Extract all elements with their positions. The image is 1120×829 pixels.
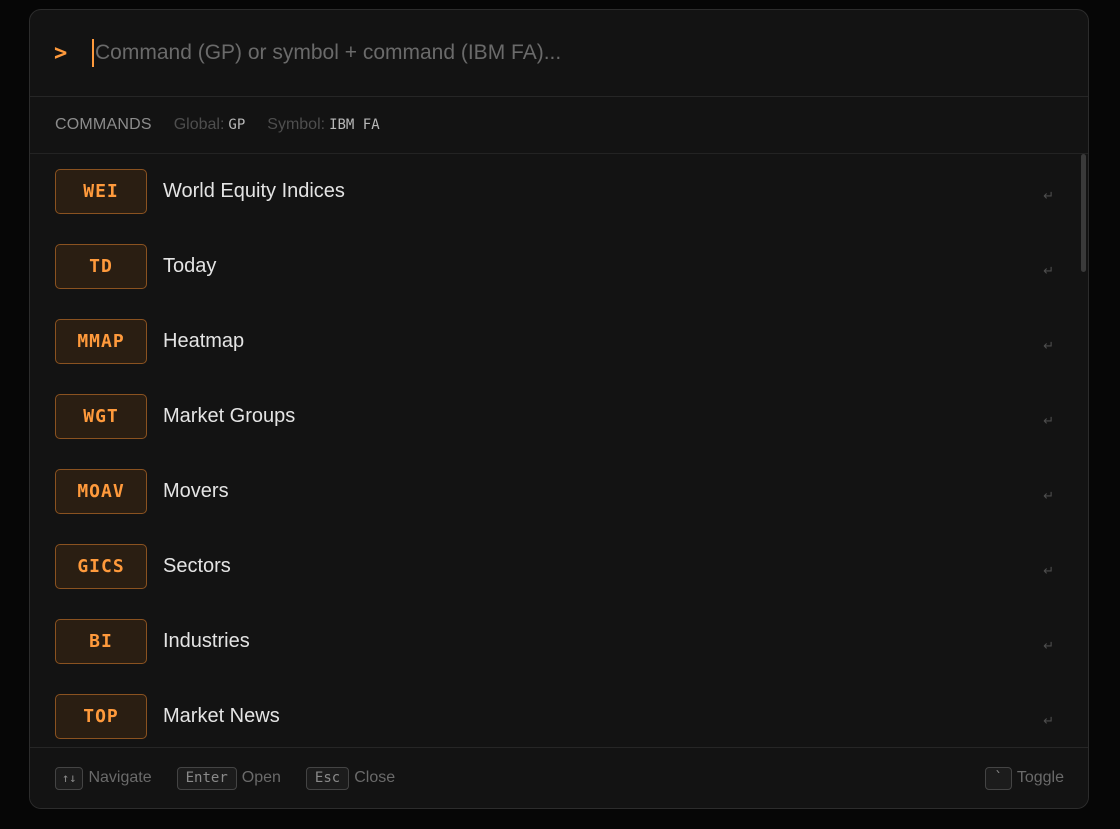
navigate-label: Navigate [88,769,152,786]
command-item-wei[interactable]: WEI World Equity Indices ↵ [30,154,1088,229]
command-item-gics[interactable]: GICS Sectors ↵ [30,529,1088,604]
command-item-bi[interactable]: BI Industries ↵ [30,604,1088,679]
command-code-badge: MOAV [55,469,147,514]
command-label: Market News [163,705,280,727]
symbol-hint-label: Symbol: [267,115,326,133]
command-hints: COMMANDS Global: GP Symbol: IBM FA [30,96,1088,154]
shortcut-footer: ↑↓ Navigate Enter Open Esc Close ` Toggl… [30,747,1088,808]
command-item-wgt[interactable]: WGT Market Groups ↵ [30,379,1088,454]
navigate-key: ↑↓ [55,766,84,790]
command-label: Today [163,255,217,277]
open-hint: Enter Open [176,766,281,790]
open-label: Open [241,769,281,786]
command-code-badge: BI [55,619,147,664]
command-item-top[interactable]: TOP Market News ↵ [30,679,1088,749]
command-code-badge: GICS [55,544,147,589]
toggle-label: Toggle [1016,769,1064,786]
command-item-td[interactable]: TD Today ↵ [30,229,1088,304]
global-hint-code: GP [228,116,246,133]
command-item-moav[interactable]: MOAV Movers ↵ [30,454,1088,529]
close-hint: Esc Close [305,766,396,790]
command-label: Heatmap [163,330,245,352]
toggle-key: ` [985,766,1012,790]
command-label: Industries [163,630,250,652]
enter-icon: ↵ [1043,263,1054,278]
enter-icon: ↵ [1043,563,1054,578]
enter-key: Enter [176,766,237,790]
command-label: World Equity Indices [163,180,345,202]
command-item-mmap[interactable]: MMAP Heatmap ↵ [30,304,1088,379]
close-label: Close [354,769,396,786]
symbol-hint-code: IBM FA [329,116,380,133]
search-row: > [30,10,1088,97]
enter-icon: ↵ [1043,713,1054,728]
prompt-icon: > [54,40,68,66]
esc-key: Esc [305,766,350,790]
command-label: Market Groups [163,405,296,427]
navigate-hint: ↑↓ Navigate [55,766,152,790]
text-caret [92,39,94,67]
command-list: WEI World Equity Indices ↵ TD Today ↵ MM… [30,154,1088,749]
command-code-badge: WGT [55,394,147,439]
commands-heading: COMMANDS [55,115,152,133]
list-scrollbar[interactable] [1081,154,1086,272]
command-code-badge: TOP [55,694,147,739]
enter-icon: ↵ [1043,188,1054,203]
enter-icon: ↵ [1043,488,1054,503]
command-code-badge: WEI [55,169,147,214]
command-label: Movers [163,480,229,502]
command-label: Sectors [163,555,231,577]
command-palette: > COMMANDS Global: GP Symbol: IBM FA WEI… [29,9,1089,809]
global-hint-label: Global: [173,115,225,133]
command-search-input[interactable] [95,41,995,65]
toggle-hint: ` Toggle [985,766,1064,790]
command-code-badge: MMAP [55,319,147,364]
enter-icon: ↵ [1043,413,1054,428]
command-code-badge: TD [55,244,147,289]
enter-icon: ↵ [1043,638,1054,653]
enter-icon: ↵ [1043,338,1054,353]
